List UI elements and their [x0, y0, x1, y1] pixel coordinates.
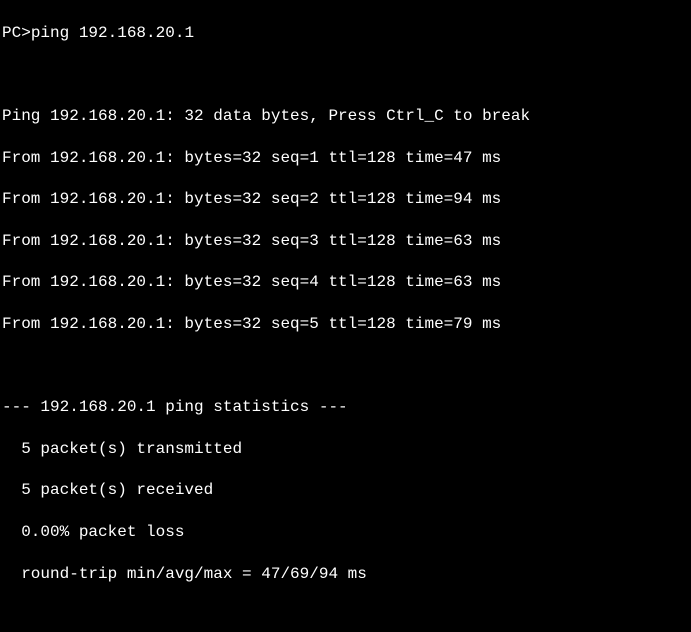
- stats-rtt: round-trip min/avg/max = 47/69/94 ms: [2, 564, 691, 585]
- stats-received: 5 packet(s) received: [2, 480, 691, 501]
- command-line: PC>ping 192.168.20.1: [2, 23, 691, 44]
- ping-reply: From 192.168.20.1: bytes=32 seq=5 ttl=12…: [2, 314, 691, 335]
- stats-header: --- 192.168.20.1 ping statistics ---: [2, 397, 691, 418]
- command-text: ping 192.168.20.1: [31, 24, 194, 42]
- stats-loss: 0.00% packet loss: [2, 522, 691, 543]
- ping-header: Ping 192.168.20.1: 32 data bytes, Press …: [2, 106, 691, 127]
- blank-line: [2, 605, 691, 626]
- stats-transmitted: 5 packet(s) transmitted: [2, 439, 691, 460]
- ping-reply: From 192.168.20.1: bytes=32 seq=1 ttl=12…: [2, 148, 691, 169]
- blank-line: [2, 356, 691, 377]
- ping-reply: From 192.168.20.1: bytes=32 seq=3 ttl=12…: [2, 231, 691, 252]
- prompt: PC>: [2, 24, 31, 42]
- terminal-window[interactable]: PC>ping 192.168.20.1 Ping 192.168.20.1: …: [0, 0, 691, 632]
- ping-reply: From 192.168.20.1: bytes=32 seq=4 ttl=12…: [2, 272, 691, 293]
- ping-reply: From 192.168.20.1: bytes=32 seq=2 ttl=12…: [2, 189, 691, 210]
- blank-line: [2, 64, 691, 85]
